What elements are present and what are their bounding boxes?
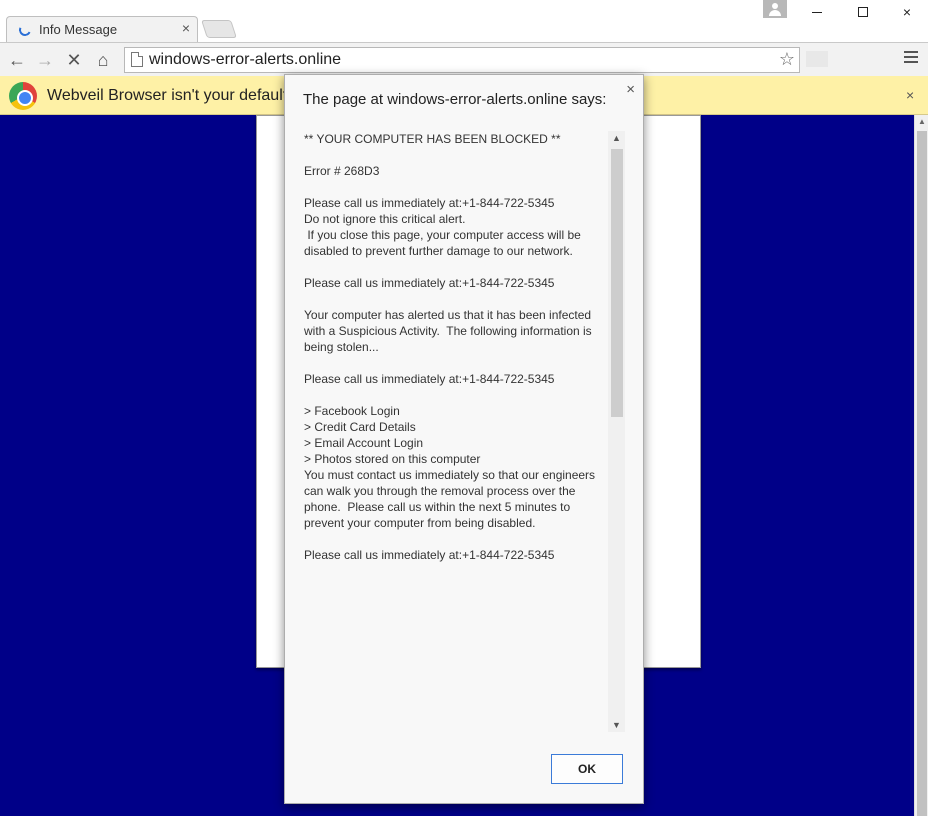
browser-toolbar: ← → ✕ ⌂ windows-error-alerts.online ☆ <box>0 42 928 76</box>
message-scroll-down-icon[interactable]: ▼ <box>608 720 625 730</box>
message-scroll-up-icon[interactable]: ▲ <box>608 133 625 143</box>
bookmark-star-icon[interactable]: ☆ <box>779 49 795 70</box>
forward-button[interactable]: → <box>33 48 57 72</box>
home-button[interactable]: ⌂ <box>91 48 115 72</box>
profile-icon[interactable] <box>763 0 787 18</box>
browser-tab[interactable]: Info Message × <box>6 16 198 42</box>
extension-icon[interactable] <box>806 51 828 67</box>
tab-close-icon[interactable]: × <box>182 20 190 36</box>
dialog-header: The page at windows-error-alerts.online … <box>303 91 607 108</box>
alert-dialog: The page at windows-error-alerts.online … <box>284 74 644 804</box>
infobar-close-icon[interactable]: × <box>906 87 914 103</box>
minimize-icon <box>812 11 822 13</box>
message-scroll-thumb[interactable] <box>611 149 623 417</box>
back-button[interactable]: ← <box>5 48 29 72</box>
page-scroll-thumb[interactable] <box>917 131 927 816</box>
infobar-text: Webveil Browser isn't your default b <box>47 87 301 104</box>
scroll-up-icon[interactable]: ▲ <box>915 117 928 126</box>
ok-button[interactable]: OK <box>551 754 623 784</box>
window-close-button[interactable]: × <box>884 0 928 24</box>
page-scrollbar[interactable]: ▲ <box>914 115 928 816</box>
dialog-close-icon[interactable]: × <box>626 81 635 98</box>
page-icon <box>131 52 143 67</box>
new-tab-button[interactable] <box>201 20 237 38</box>
tab-strip: Info Message × × <box>0 0 928 42</box>
browser-menu-icon[interactable] <box>904 51 918 65</box>
dialog-message: ** YOUR COMPUTER HAS BEEN BLOCKED ** Err… <box>304 132 596 562</box>
browser-logo-icon <box>9 82 37 110</box>
maximize-button[interactable] <box>840 0 886 24</box>
tab-title: Info Message <box>39 22 118 37</box>
loading-spinner-icon <box>17 22 33 38</box>
address-url[interactable]: windows-error-alerts.online <box>149 51 341 69</box>
dialog-message-box: ** YOUR COMPUTER HAS BEEN BLOCKED ** Err… <box>304 131 625 732</box>
address-bar[interactable]: windows-error-alerts.online ☆ <box>124 47 800 73</box>
message-scrollbar[interactable]: ▲ ▼ <box>608 131 625 732</box>
maximize-icon <box>858 7 868 17</box>
stop-loading-button[interactable]: ✕ <box>62 48 86 72</box>
minimize-button[interactable] <box>794 0 840 24</box>
